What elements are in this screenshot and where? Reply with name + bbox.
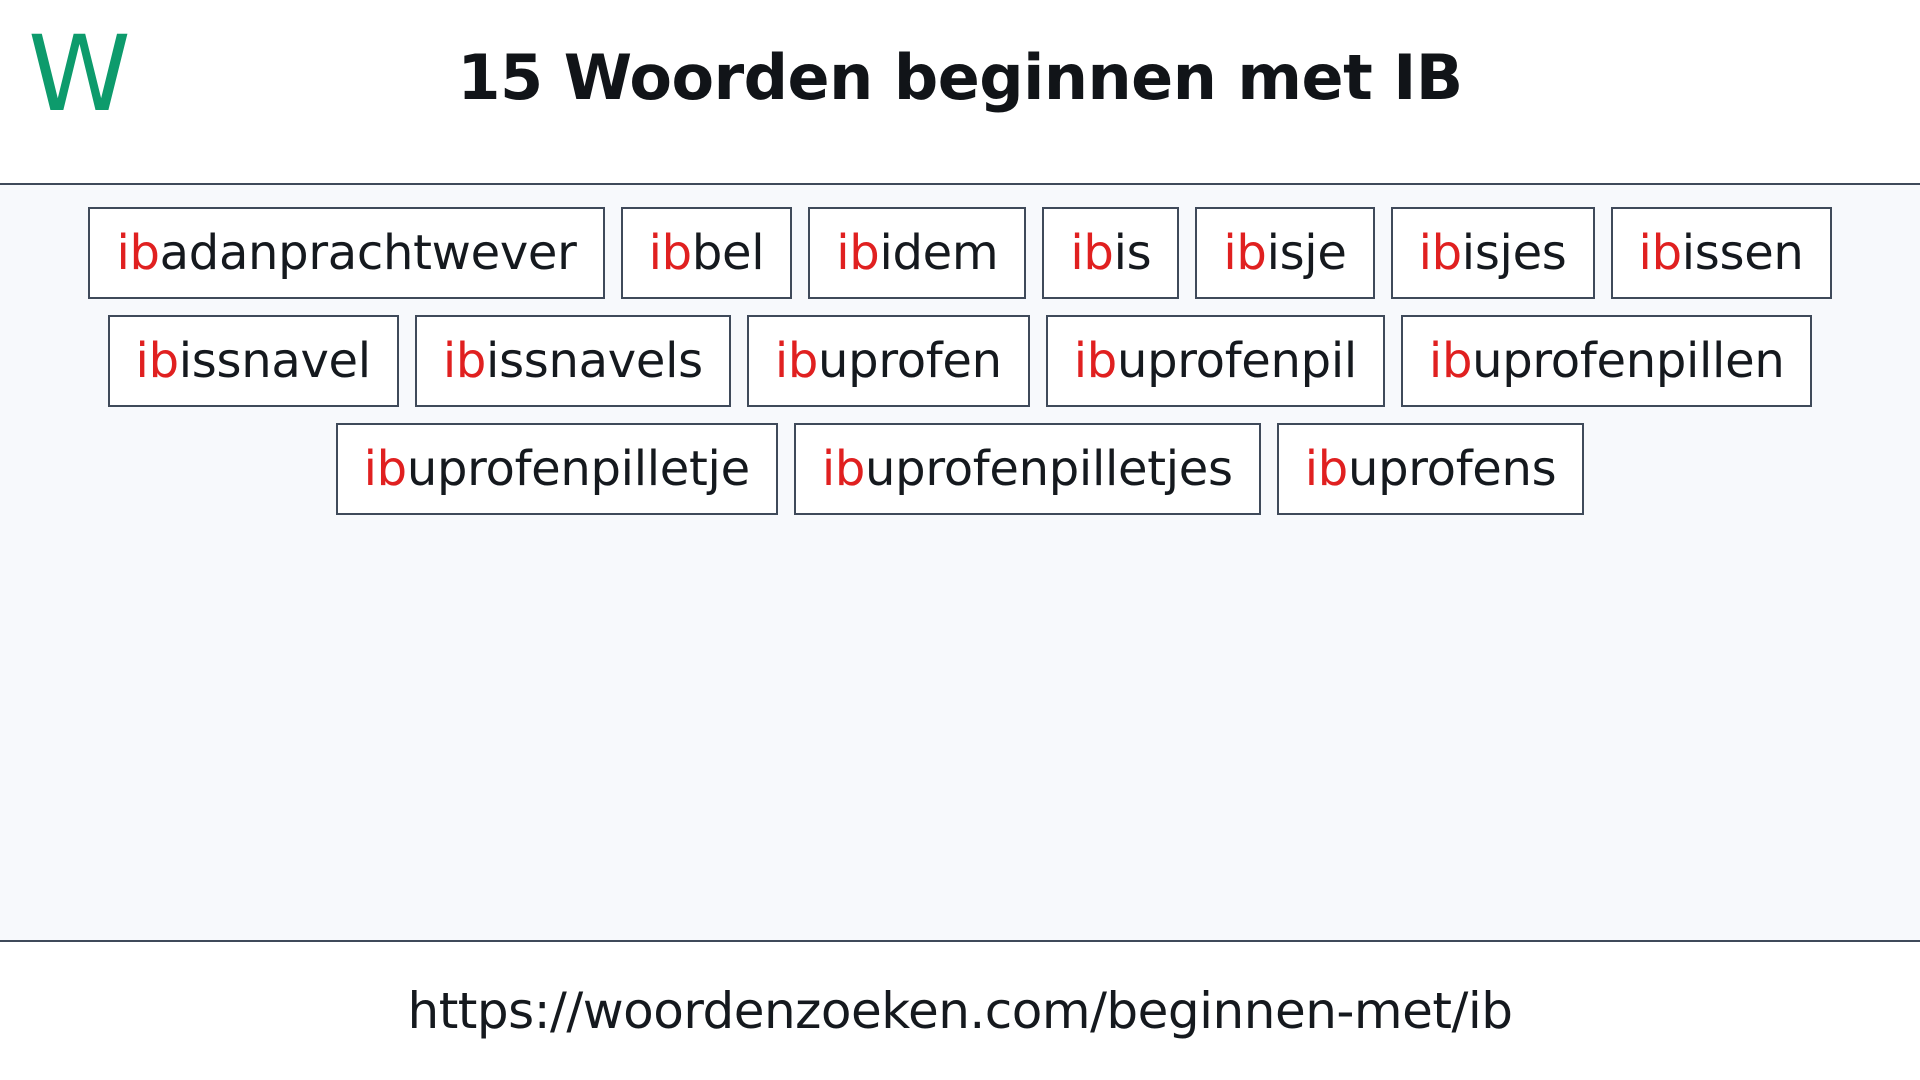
word-suffix: isje bbox=[1266, 225, 1347, 281]
word-prefix-highlight: ib bbox=[774, 333, 819, 389]
word-label: ibissnavel bbox=[135, 333, 372, 389]
word-label: ibadanprachtwever bbox=[116, 227, 576, 279]
word-suffix: issnavel bbox=[178, 333, 371, 389]
word-rows: ibadanprachtwever ibbel ibidem ibis ibisje ib… bbox=[40, 207, 1880, 515]
word-label: ibuprofenpillen bbox=[1429, 335, 1785, 387]
word-prefix-highlight: ib bbox=[1428, 333, 1473, 389]
word-box[interactable]: ibuprofen bbox=[746, 315, 1030, 407]
word-prefix-highlight: ib bbox=[1418, 225, 1463, 281]
word-label: ibuprofen bbox=[775, 335, 1002, 387]
word-prefix-highlight: ib bbox=[1070, 225, 1114, 281]
word-row: ibuprofenpilletje ibuprofenpilletjes ibupr… bbox=[40, 423, 1880, 515]
word-prefix-highlight: ib bbox=[648, 225, 693, 281]
word-label: ibuprofens bbox=[1305, 443, 1557, 495]
word-suffix: issen bbox=[1681, 225, 1804, 281]
word-label: ibuprofenpil bbox=[1074, 335, 1357, 387]
word-suffix: isjes bbox=[1461, 225, 1567, 281]
word-suffix: bel bbox=[691, 225, 765, 281]
word-label: ibisje bbox=[1223, 225, 1347, 281]
word-box[interactable]: ibissen bbox=[1610, 207, 1832, 299]
word-box[interactable]: ibuprofens bbox=[1276, 423, 1585, 515]
word-suffix: adanprachtwever bbox=[159, 225, 577, 281]
word-box[interactable]: ibisje bbox=[1195, 207, 1375, 299]
word-box[interactable]: ibissnavel bbox=[107, 315, 399, 407]
word-box[interactable]: ibuprofenpilletjes bbox=[793, 423, 1261, 515]
word-suffix: idem bbox=[879, 225, 999, 281]
page-header: W 15 Woorden beginnen met IB bbox=[0, 0, 1920, 185]
word-suffix: uprofenpillen bbox=[1472, 333, 1785, 389]
word-prefix-highlight: ib bbox=[1073, 333, 1118, 389]
word-row: ibadanprachtwever ibbel ibidem ibis ibisje ib… bbox=[40, 207, 1880, 299]
word-prefix-highlight: ib bbox=[836, 225, 880, 281]
word-suffix: uprofens bbox=[1347, 441, 1557, 497]
word-suffix: uprofenpilletjes bbox=[865, 441, 1233, 497]
word-prefix-highlight: ib bbox=[135, 333, 180, 389]
word-label: ibissen bbox=[1639, 227, 1804, 279]
source-url[interactable]: https://woordenzoeken.com/beginnen-met/i… bbox=[408, 983, 1513, 1039]
word-label: ibuprofenpilletje bbox=[363, 441, 751, 497]
page-footer: https://woordenzoeken.com/beginnen-met/i… bbox=[0, 942, 1920, 1080]
word-list-panel: ibadanprachtwever ibbel ibidem ibis ibisje ib… bbox=[0, 185, 1920, 942]
word-suffix: uprofen bbox=[818, 333, 1002, 389]
word-prefix-highlight: ib bbox=[821, 441, 866, 497]
word-suffix: issnavels bbox=[486, 333, 703, 389]
word-suffix: uprofenpil bbox=[1116, 333, 1357, 389]
word-box[interactable]: ibuprofenpil bbox=[1045, 315, 1385, 407]
word-box[interactable]: ibisjes bbox=[1390, 207, 1595, 299]
word-label: ibidem bbox=[836, 227, 998, 279]
word-prefix-highlight: ib bbox=[442, 333, 487, 389]
word-prefix-highlight: ib bbox=[363, 441, 408, 497]
word-box[interactable]: ibissnavels bbox=[414, 315, 731, 407]
word-box[interactable]: ibidem bbox=[808, 207, 1027, 299]
word-prefix-highlight: ib bbox=[1223, 225, 1267, 281]
word-box[interactable]: ibuprofenpilletje bbox=[335, 423, 778, 515]
word-label: ibisjes bbox=[1419, 227, 1567, 279]
word-row: ibissnavel ibissnavels ibuprofen ibuprofenp… bbox=[40, 315, 1880, 407]
word-prefix-highlight: ib bbox=[1638, 225, 1683, 281]
word-prefix-highlight: ib bbox=[1304, 441, 1349, 497]
word-box[interactable]: ibuprofenpillen bbox=[1400, 315, 1813, 407]
page-root: W 15 Woorden beginnen met IB ibadanprach… bbox=[0, 0, 1920, 1080]
word-suffix: uprofenpilletje bbox=[406, 441, 750, 497]
word-label: ibuprofenpilletjes bbox=[822, 443, 1233, 495]
word-suffix: is bbox=[1113, 225, 1152, 281]
word-label: ibbel bbox=[649, 227, 765, 279]
page-title: 15 Woorden beginnen met IB bbox=[457, 41, 1463, 114]
word-label: ibissnavels bbox=[443, 335, 703, 387]
word-prefix-highlight: ib bbox=[116, 225, 160, 281]
word-box[interactable]: ibbel bbox=[620, 207, 793, 299]
word-box[interactable]: ibadanprachtwever bbox=[88, 207, 605, 299]
word-box[interactable]: ibis bbox=[1042, 207, 1180, 299]
word-label: ibis bbox=[1070, 227, 1151, 279]
